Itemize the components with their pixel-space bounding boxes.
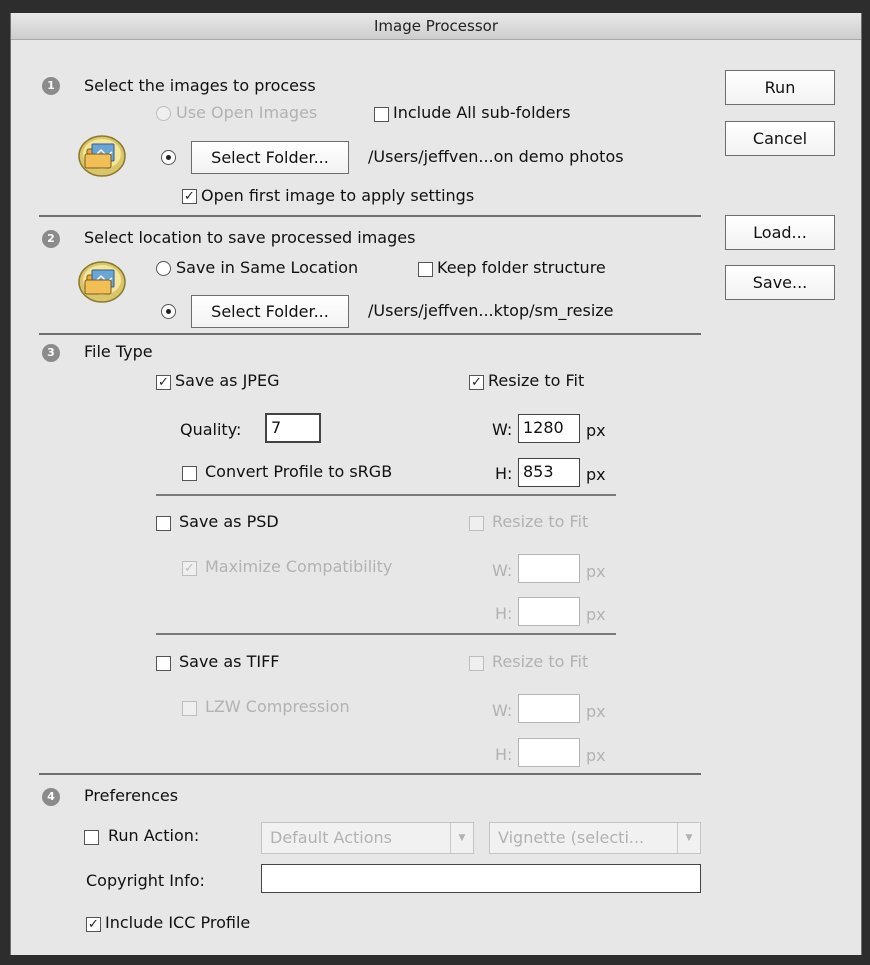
section-2-number: 2 [42,230,60,248]
checkmark-icon: ✓ [88,917,99,932]
section-1-number: 1 [42,77,60,95]
select-folder-source-radio[interactable] [161,150,176,165]
tiff-width-unit: px [586,702,606,721]
select-folder-dest-radio[interactable] [161,304,176,319]
include-icc-checkbox[interactable]: ✓ [86,917,101,932]
convert-srgb-label: Convert Profile to sRGB [205,462,393,481]
psd-resize-checkbox[interactable] [469,516,484,531]
tiff-height-label: H: [495,745,513,764]
section-separator [39,215,701,217]
tiff-height-unit: px [586,746,606,765]
section-4-title: Preferences [84,786,179,805]
jpeg-resize-label: Resize to Fit [488,371,585,390]
folder-icon [78,261,126,303]
section-1-title: Select the images to process [84,76,316,95]
jpeg-width-unit: px [586,421,606,440]
psd-resize-label: Resize to Fit [492,512,589,531]
dest-folder-path: /Users/jeffven...ktop/sm_resize [368,301,614,320]
chevron-down-icon: ▼ [677,823,700,853]
maximize-compat-checkbox[interactable]: ✓ [182,561,197,576]
quality-input[interactable]: 7 [265,413,321,443]
select-source-folder-button[interactable]: Select Folder... [191,141,349,174]
section-3-number: 3 [42,344,60,362]
checkmark-icon: ✓ [158,375,169,390]
jpeg-resize-checkbox[interactable]: ✓ [469,375,484,390]
filetype-separator [156,494,616,496]
keep-folder-structure-label: Keep folder structure [437,258,606,277]
jpeg-height-unit: px [586,465,606,484]
section-4-number: 4 [42,788,60,806]
section-3-title: File Type [84,342,153,361]
save-tiff-label: Save as TIFF [179,652,280,671]
tiff-width-label: W: [492,701,513,720]
include-icc-label: Include ICC Profile [105,913,251,932]
tiff-resize-checkbox[interactable] [469,656,484,671]
jpeg-width-label: W: [492,420,513,439]
include-subfolders-label: Include All sub-folders [393,103,571,122]
psd-width-unit: px [586,562,606,581]
tiff-resize-label: Resize to Fit [492,652,589,671]
checkmark-icon: ✓ [184,561,195,576]
save-same-location-radio[interactable] [156,261,171,276]
psd-width-input[interactable] [518,554,580,583]
tiff-height-input[interactable] [518,738,580,767]
jpeg-width-input[interactable]: 1280 [518,414,580,443]
section-separator [39,333,701,335]
section-2-title: Select location to save processed images [84,228,416,247]
maximize-compat-label: Maximize Compatibility [205,557,393,576]
psd-height-label: H: [495,604,513,623]
save-jpeg-checkbox[interactable]: ✓ [156,375,171,390]
lzw-compression-checkbox[interactable] [182,701,197,716]
keep-folder-structure-checkbox[interactable] [418,262,433,277]
title-bar: Image Processor [11,13,861,40]
filetype-separator [156,633,616,635]
psd-height-unit: px [586,605,606,624]
chevron-down-icon: ▼ [450,823,473,853]
action-value: Vignette (selecti... [498,828,645,847]
checkmark-icon: ✓ [471,375,482,390]
action-set-value: Default Actions [270,828,392,847]
jpeg-height-input[interactable]: 853 [518,458,580,487]
source-folder-path: /Users/jeffven...on demo photos [368,147,624,166]
include-subfolders-checkbox[interactable] [374,107,389,122]
checkmark-icon: ✓ [184,189,195,204]
folder-icon [78,135,126,177]
cancel-button[interactable]: Cancel [725,121,835,156]
load-button[interactable]: Load... [725,215,835,250]
open-first-image-label: Open first image to apply settings [201,186,475,205]
quality-label: Quality: [180,420,242,439]
use-open-images-radio[interactable] [156,106,171,121]
save-same-location-label: Save in Same Location [176,258,359,277]
save-psd-checkbox[interactable] [156,516,171,531]
run-action-label: Run Action: [108,826,200,845]
lzw-compression-label: LZW Compression [205,697,350,716]
copyright-label: Copyright Info: [86,871,205,890]
run-action-checkbox[interactable] [84,830,99,845]
save-psd-label: Save as PSD [179,512,279,531]
run-button[interactable]: Run [725,70,835,105]
psd-height-input[interactable] [518,597,580,626]
psd-width-label: W: [492,561,513,580]
section-separator [39,773,701,775]
action-set-dropdown[interactable]: Default Actions ▼ [261,822,474,854]
jpeg-height-label: H: [495,464,513,483]
image-processor-dialog: Image Processor Run Cancel Load... Save.… [10,13,862,955]
window-title: Image Processor [374,17,498,35]
action-dropdown[interactable]: Vignette (selecti... ▼ [489,822,701,854]
use-open-images-label: Use Open Images [176,103,318,122]
open-first-image-checkbox[interactable]: ✓ [182,189,197,204]
save-tiff-checkbox[interactable] [156,656,171,671]
select-dest-folder-button[interactable]: Select Folder... [191,295,349,328]
save-jpeg-label: Save as JPEG [175,371,280,390]
save-settings-button[interactable]: Save... [725,265,835,300]
copyright-input[interactable] [261,864,701,893]
convert-srgb-checkbox[interactable] [182,466,197,481]
tiff-width-input[interactable] [518,694,580,723]
